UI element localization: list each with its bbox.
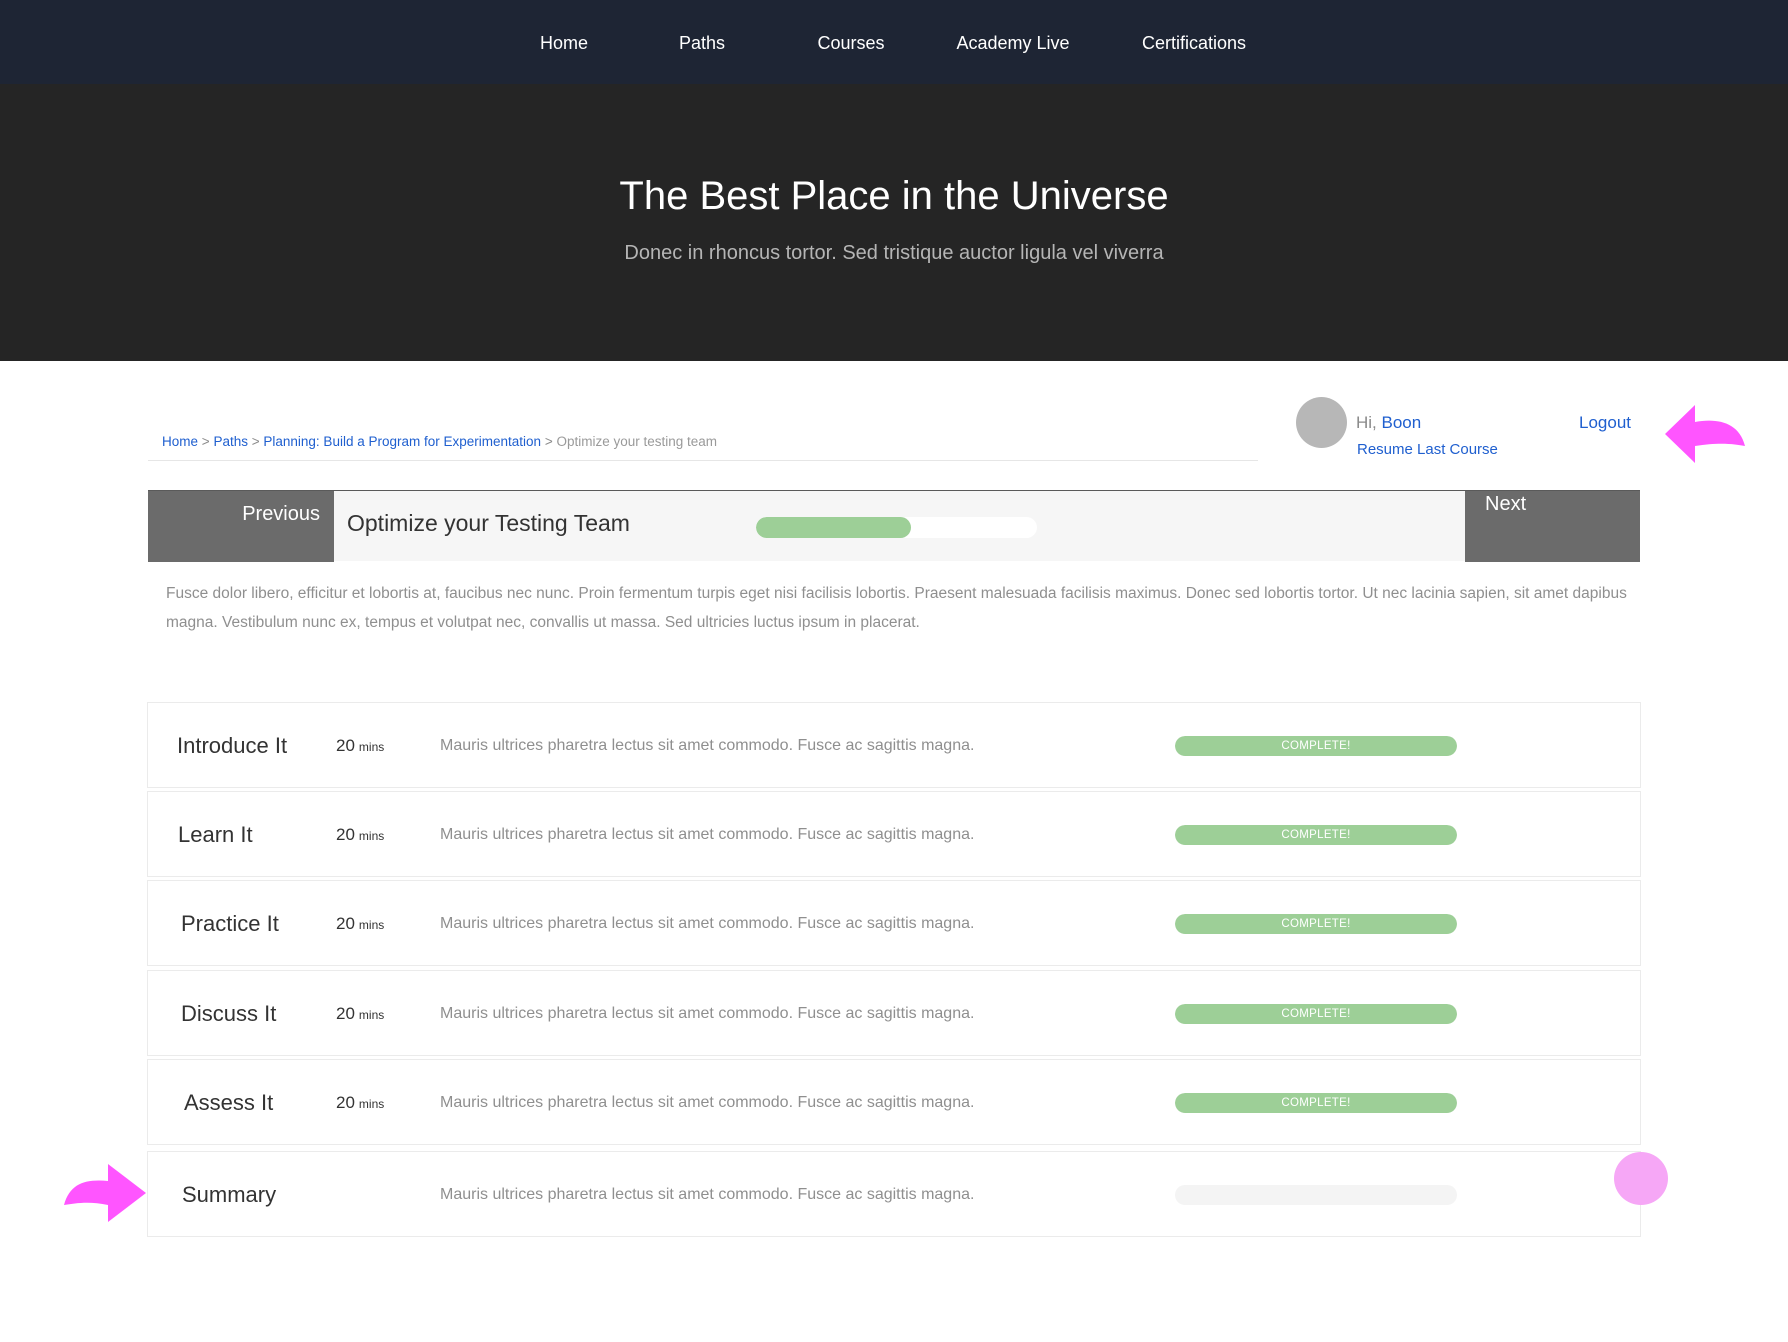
logout-link[interactable]: Logout	[1579, 413, 1631, 433]
duration-value: 20	[336, 1093, 355, 1112]
nav-courses[interactable]: Courses	[817, 0, 884, 84]
top-navigation: Home Paths Courses Academy Live Certific…	[0, 0, 1788, 84]
hero-subtitle: Donec in rhoncus tortor. Sed tristique a…	[624, 242, 1164, 264]
duration-unit: mins	[358, 829, 385, 843]
module-status-label: COMPLETE!	[1281, 829, 1351, 841]
duration-value: 20	[336, 1004, 355, 1023]
duration-value: 20	[336, 736, 355, 755]
module-description: Mauris ultrices pharetra lectus sit amet…	[440, 826, 975, 843]
module-duration: 20 mins	[336, 881, 384, 967]
hero-title: The Best Place in the Universe	[619, 174, 1169, 218]
module-name: Practice It	[181, 911, 279, 936]
module-row-discuss-it[interactable]: Discuss It 20 mins Mauris ultrices pharet…	[147, 970, 1641, 1056]
pink-circle-marker	[1614, 1152, 1668, 1205]
breadcrumb-divider	[148, 460, 1258, 461]
module-status-label: COMPLETE!	[1281, 1008, 1351, 1020]
breadcrumb: Home > Paths > Planning: Build a Program…	[162, 434, 717, 449]
pink-arrow-left-icon	[1665, 405, 1745, 463]
module-name: Introduce It	[177, 733, 288, 758]
module-row-summary[interactable]: Summary Mauris ultrices pharetra lectus …	[147, 1151, 1641, 1237]
breadcrumb-separator: >	[251, 434, 260, 449]
module-description: Mauris ultrices pharetra lectus sit amet…	[440, 1094, 975, 1111]
course-description: Fusce dolor libero, efficitur et loborti…	[166, 585, 1627, 631]
nav-paths[interactable]: Paths	[679, 0, 725, 84]
module-name: Summary	[182, 1182, 277, 1207]
module-row-assess-it[interactable]: Assess It 20 mins Mauris ultrices pharetr…	[147, 1059, 1641, 1145]
module-row-introduce-it[interactable]: Introduce It 20 mins Mauris ultrices phar…	[147, 702, 1641, 788]
module-status-label: COMPLETE!	[1281, 918, 1351, 930]
module-name: Discuss It	[181, 1001, 277, 1026]
module-status-label: COMPLETE!	[1281, 740, 1351, 752]
module-status-bar: COMPLETE!	[1175, 736, 1457, 756]
course-header-bar: Previous Optimize your Testing Team Next	[148, 490, 1640, 562]
previous-button[interactable]: Previous	[148, 491, 334, 562]
breadcrumb-separator: >	[201, 434, 210, 449]
module-duration: 20 mins	[336, 971, 384, 1057]
breadcrumb-home[interactable]: Home	[162, 434, 198, 449]
breadcrumb-current: Optimize your testing team	[556, 434, 718, 449]
nav-academy-live[interactable]: Academy Live	[956, 0, 1069, 84]
module-name: Learn It	[178, 822, 253, 847]
duration-unit: mins	[358, 918, 385, 932]
pink-arrow-right-icon	[64, 1164, 146, 1222]
username-link[interactable]: Boon	[1382, 413, 1422, 432]
module-name: Assess It	[184, 1090, 274, 1115]
duration-value: 20	[336, 825, 355, 844]
module-duration: 20 mins	[336, 703, 384, 789]
breadcrumb-separator: >	[544, 434, 553, 449]
breadcrumb-path-planning[interactable]: Planning: Build a Program for Experiment…	[263, 434, 541, 449]
course-title: Optimize your Testing Team	[347, 510, 630, 536]
duration-unit: mins	[358, 1097, 385, 1111]
module-description: Mauris ultrices pharetra lectus sit amet…	[440, 737, 975, 754]
module-status-label	[1175, 1185, 1457, 1205]
module-status-bar: COMPLETE!	[1175, 914, 1457, 934]
course-progress-bar	[756, 517, 1037, 538]
module-status-bar	[1175, 1185, 1457, 1205]
module-duration: 20 mins	[336, 792, 384, 878]
module-description: Mauris ultrices pharetra lectus sit amet…	[440, 1186, 975, 1203]
resume-last-course-link[interactable]: Resume Last Course	[1357, 441, 1498, 458]
duration-unit: mins	[358, 740, 385, 754]
module-row-practice-it[interactable]: Practice It 20 mins Mauris ultrices phare…	[147, 880, 1641, 966]
duration-value: 20	[336, 914, 355, 933]
course-progress-fill	[756, 517, 911, 538]
module-status-bar: COMPLETE!	[1175, 1093, 1457, 1113]
avatar[interactable]	[1296, 397, 1347, 448]
module-duration: 20 mins	[336, 1060, 384, 1146]
nav-home[interactable]: Home	[540, 0, 588, 84]
module-description: Mauris ultrices pharetra lectus sit amet…	[440, 1005, 975, 1022]
hero-banner: The Best Place in the Universe Donec in …	[0, 84, 1788, 361]
duration-unit: mins	[358, 1008, 385, 1022]
module-status-bar: COMPLETE!	[1175, 1004, 1457, 1024]
next-button[interactable]: Next	[1465, 491, 1640, 562]
breadcrumb-paths[interactable]: Paths	[213, 434, 248, 449]
module-status-label: COMPLETE!	[1281, 1097, 1351, 1109]
nav-certifications[interactable]: Certifications	[1142, 0, 1246, 84]
user-greeting: Hi, Boon	[1356, 413, 1421, 433]
greeting-text: Hi,	[1356, 413, 1377, 432]
module-status-bar: COMPLETE!	[1175, 825, 1457, 845]
module-description: Mauris ultrices pharetra lectus sit amet…	[440, 915, 975, 932]
module-row-learn-it[interactable]: Learn It 20 mins Mauris ultrices pharetra…	[147, 791, 1641, 877]
